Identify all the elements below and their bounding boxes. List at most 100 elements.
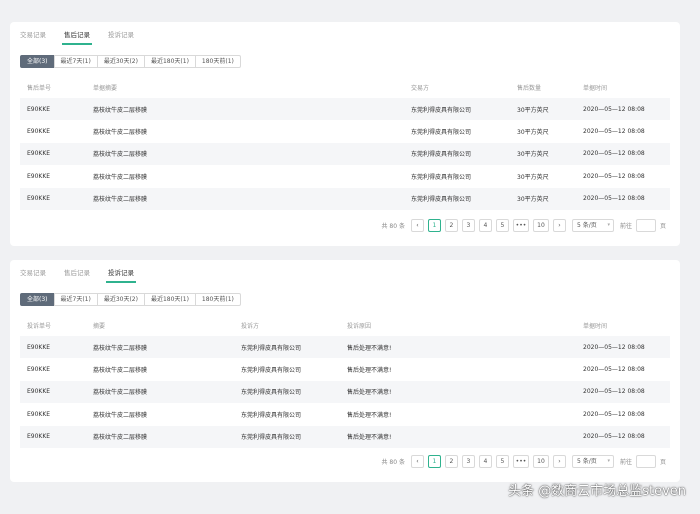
cell-time: 2020—05—12 08:08 — [583, 128, 645, 136]
cell-quantity: 30平方英尺 — [517, 106, 549, 114]
table-row[interactable]: E90KKE 荔枝纹牛皮二层移膜 东莞利得皮具有限公司 30平方英尺 2020—… — [20, 98, 670, 121]
cell-complainant: 东莞利得皮具有限公司 — [241, 389, 302, 397]
page-button-2[interactable]: 2 — [444, 455, 458, 468]
cell-complainant: 东莞利得皮具有限公司 — [241, 411, 302, 419]
tab-complaint-records[interactable]: 投诉记录 — [106, 268, 136, 284]
page-button-3[interactable]: 3 — [461, 219, 475, 232]
table-row[interactable]: E90KKE 荔枝纹牛皮二层移膜 东莞利得皮具有限公司 售后处理不满意! 202… — [20, 403, 670, 425]
cell-summary: 荔枝纹牛皮二层移膜 — [93, 344, 148, 352]
table-row[interactable]: E90KKE 荔枝纹牛皮二层移膜 东莞利得皮具有限公司 30平方英尺 2020—… — [20, 165, 670, 187]
complaint-table: 投诉单号 摘要 投诉方 投诉原因 单据时间 E90KKE 荔枝纹牛皮二层移膜 东… — [20, 314, 670, 448]
cell-time: 2020—05—12 08:08 — [583, 366, 645, 374]
record-tabs: 交易记录 售后记录 投诉记录 — [20, 30, 152, 46]
aftersale-records-panel: 交易记录 售后记录 投诉记录 全部(3) 最近7天(1) 最近30天(2) 最近… — [10, 22, 680, 246]
cell-summary: 荔枝纹牛皮二层移膜 — [93, 434, 148, 442]
page-button-10[interactable]: 10 — [532, 219, 549, 232]
filter-all[interactable]: 全部(3) — [20, 55, 55, 68]
cell-time: 2020—05—12 08:08 — [583, 105, 645, 113]
page-button-5[interactable]: 5 — [495, 455, 509, 468]
filter-all[interactable]: 全部(3) — [20, 293, 55, 306]
tab-aftersale-records[interactable]: 售后记录 — [64, 268, 90, 284]
goto-unit: 页 — [659, 459, 666, 466]
table-header: 投诉单号 摘要 投诉方 投诉原因 单据时间 — [20, 314, 670, 336]
table-row[interactable]: E90KKE 荔枝纹牛皮二层移膜 东莞利得皮具有限公司 售后处理不满意! 202… — [20, 380, 670, 404]
page-button-1[interactable]: 1 — [427, 219, 441, 232]
prev-page-button[interactable]: ‹ — [410, 455, 424, 468]
cell-order-id: E90KKE — [27, 128, 51, 136]
page-ellipsis-button[interactable]: ••• — [512, 219, 529, 232]
page-button-5[interactable]: 5 — [495, 219, 509, 232]
tab-transaction-records[interactable]: 交易记录 — [20, 268, 46, 284]
page-size-select[interactable]: 5 条/页 ▾ — [571, 455, 614, 468]
cell-summary: 荔枝纹牛皮二层移膜 — [93, 173, 148, 181]
cell-party: 东莞利得皮具有限公司 — [411, 129, 472, 137]
cell-summary: 荔枝纹牛皮二层移膜 — [93, 411, 148, 419]
filter-last-7-days[interactable]: 最近7天(1) — [53, 293, 98, 306]
cell-party: 东莞利得皮具有限公司 — [411, 106, 472, 114]
filter-last-30-days[interactable]: 最近30天(2) — [96, 293, 145, 306]
pagination-total: 共 80 条 — [381, 223, 405, 230]
cell-summary: 荔枝纹牛皮二层移膜 — [93, 151, 148, 159]
cell-time: 2020—05—12 08:08 — [583, 433, 645, 441]
table-body: E90KKE 荔枝纹牛皮二层移膜 东莞利得皮具有限公司 30平方英尺 2020—… — [20, 98, 670, 210]
pagination: 共 80 条 ‹ 1 2 3 4 5 ••• 10 › 5 条/页 ▾ 前往 页 — [382, 455, 666, 468]
tab-complaint-records[interactable]: 投诉记录 — [108, 30, 134, 46]
page-ellipsis-button[interactable]: ••• — [512, 455, 529, 468]
cell-quantity: 30平方英尺 — [517, 196, 549, 204]
chevron-down-icon: ▾ — [607, 222, 610, 228]
page-button-2[interactable]: 2 — [444, 219, 458, 232]
page-button-1[interactable]: 1 — [427, 455, 441, 468]
column-header: 交易方 — [411, 84, 430, 92]
table-row[interactable]: E90KKE 荔枝纹牛皮二层移膜 东莞利得皮具有限公司 售后处理不满意! 202… — [20, 336, 670, 359]
cell-time: 2020—05—12 08:08 — [583, 172, 645, 180]
cell-party: 东莞利得皮具有限公司 — [411, 173, 472, 181]
page-button-4[interactable]: 4 — [478, 455, 492, 468]
next-page-button[interactable]: › — [552, 455, 566, 468]
table-row[interactable]: E90KKE 荔枝纹牛皮二层移膜 东莞利得皮具有限公司 售后处理不满意! 202… — [20, 358, 670, 380]
cell-complaint-id: E90KKE — [27, 343, 51, 351]
cell-time: 2020—05—12 08:08 — [583, 150, 645, 158]
record-tabs: 交易记录 售后记录 投诉记录 — [20, 268, 152, 284]
filter-before-180-days[interactable]: 180天前(1) — [194, 293, 241, 306]
table-row[interactable]: E90KKE 荔枝纹牛皮二层移膜 东莞利得皮具有限公司 30平方英尺 2020—… — [20, 120, 670, 142]
aftersale-table: 售后单号 单据摘要 交易方 售后数量 单据时间 E90KKE 荔枝纹牛皮二层移膜… — [20, 76, 670, 210]
cell-time: 2020—05—12 08:08 — [583, 195, 645, 203]
time-filter-group: 全部(3) 最近7天(1) 最近30天(2) 最近180天(1) 180天前(1… — [20, 55, 241, 68]
cell-summary: 荔枝纹牛皮二层移膜 — [93, 367, 148, 375]
page-button-4[interactable]: 4 — [478, 219, 492, 232]
tab-aftersale-records[interactable]: 售后记录 — [62, 30, 92, 46]
filter-last-180-days[interactable]: 最近180天(1) — [143, 293, 196, 306]
cell-quantity: 30平方英尺 — [517, 173, 549, 181]
column-header: 投诉单号 — [27, 322, 52, 330]
filter-last-180-days[interactable]: 最近180天(1) — [143, 55, 196, 68]
page-button-3[interactable]: 3 — [461, 455, 475, 468]
prev-page-button[interactable]: ‹ — [410, 219, 424, 232]
pagination-total: 共 80 条 — [381, 459, 405, 466]
column-header: 投诉方 — [241, 322, 260, 330]
time-filter-group: 全部(3) 最近7天(1) 最近30天(2) 最近180天(1) 180天前(1… — [20, 293, 241, 306]
column-header: 摘要 — [93, 322, 106, 330]
cell-reason: 售后处理不满意! — [347, 411, 392, 419]
cell-time: 2020—05—12 08:08 — [583, 388, 645, 396]
table-row[interactable]: E90KKE 荔枝纹牛皮二层移膜 东莞利得皮具有限公司 30平方英尺 2020—… — [20, 142, 670, 166]
cell-order-id: E90KKE — [27, 105, 51, 113]
cell-reason: 售后处理不满意! — [347, 434, 392, 442]
goto-page-input[interactable] — [635, 219, 656, 232]
filter-before-180-days[interactable]: 180天前(1) — [194, 55, 241, 68]
cell-complaint-id: E90KKE — [27, 388, 51, 396]
page-button-10[interactable]: 10 — [532, 455, 549, 468]
page-size-select[interactable]: 5 条/页 ▾ — [571, 219, 614, 232]
table-row[interactable]: E90KKE 荔枝纹牛皮二层移膜 东莞利得皮具有限公司 售后处理不满意! 202… — [20, 425, 670, 448]
filter-last-7-days[interactable]: 最近7天(1) — [53, 55, 98, 68]
table-row[interactable]: E90KKE 荔枝纹牛皮二层移膜 东莞利得皮具有限公司 30平方英尺 2020—… — [20, 187, 670, 210]
filter-last-30-days[interactable]: 最近30天(2) — [96, 55, 145, 68]
cell-time: 2020—05—12 08:08 — [583, 343, 645, 351]
cell-summary: 荔枝纹牛皮二层移膜 — [93, 196, 148, 204]
column-header: 单据时间 — [583, 322, 608, 330]
tab-transaction-records[interactable]: 交易记录 — [20, 30, 46, 46]
column-header: 单据时间 — [583, 84, 608, 92]
pagination: 共 80 条 ‹ 1 2 3 4 5 ••• 10 › 5 条/页 ▾ 前往 页 — [382, 219, 666, 232]
cell-reason: 售后处理不满意! — [347, 367, 392, 375]
goto-page-input[interactable] — [635, 455, 656, 468]
next-page-button[interactable]: › — [552, 219, 566, 232]
